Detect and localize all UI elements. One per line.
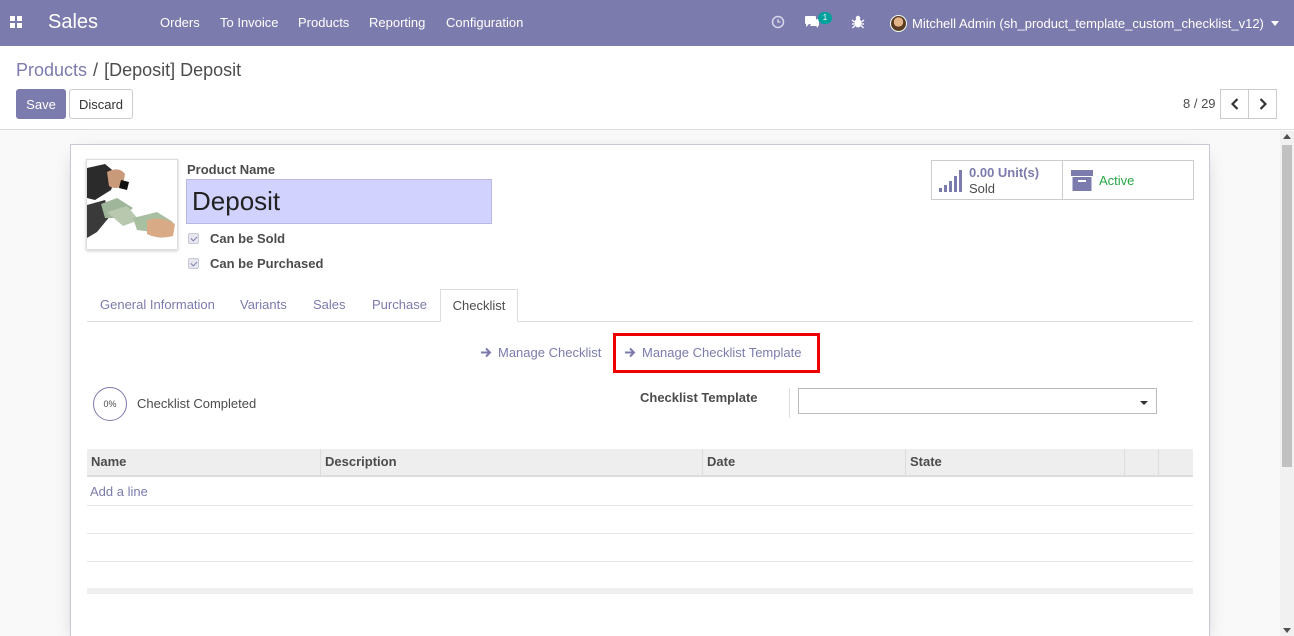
user-name: Mitchell Admin (sh_product_template_cust… xyxy=(912,15,1264,31)
top-navbar: Sales Orders To Invoice Products Reporti… xyxy=(0,0,1294,46)
chevron-right-icon xyxy=(1259,98,1267,110)
signal-bars-icon xyxy=(939,170,962,192)
menu-orders[interactable]: Orders xyxy=(160,15,200,30)
manage-checklist-link[interactable]: Manage Checklist xyxy=(480,345,601,360)
column-header-date[interactable]: Date xyxy=(703,449,906,475)
product-name-input[interactable] xyxy=(186,179,492,224)
column-header-description[interactable]: Description xyxy=(321,449,703,475)
menu-to-invoice[interactable]: To Invoice xyxy=(220,15,279,30)
user-avatar xyxy=(890,14,907,32)
active-status-label: Active xyxy=(1099,173,1135,188)
scroll-down-arrow-icon[interactable] xyxy=(1283,628,1291,633)
app-name[interactable]: Sales xyxy=(48,11,98,34)
messages-badge: 1 xyxy=(818,12,832,24)
checklist-progress-circle: 0% xyxy=(93,387,127,421)
column-header-extra xyxy=(1125,449,1159,475)
product-photo-money-exchange-icon xyxy=(87,160,177,249)
save-button[interactable]: Save xyxy=(16,89,66,119)
sold-stat-button[interactable]: 0.00 Unit(s) Sold xyxy=(931,160,1063,200)
activity-clock-icon[interactable] xyxy=(771,15,785,29)
menu-configuration[interactable]: Configuration xyxy=(446,15,523,30)
checklist-table-header: Name Description Date State xyxy=(87,449,1193,477)
scroll-up-arrow-icon[interactable] xyxy=(1283,134,1291,139)
can-be-purchased-label[interactable]: Can be Purchased xyxy=(210,256,323,271)
breadcrumb-current: [Deposit] Deposit xyxy=(104,60,242,80)
pager-previous-button[interactable] xyxy=(1220,89,1249,119)
breadcrumb-products-link[interactable]: Products xyxy=(16,60,87,80)
highlight-annotation-box xyxy=(613,333,820,373)
chevron-down-icon xyxy=(1270,20,1279,26)
arrow-right-icon xyxy=(481,347,492,358)
add-a-line-link[interactable]: Add a line xyxy=(90,484,148,499)
can-be-sold-checkbox[interactable] xyxy=(188,233,199,244)
product-image[interactable] xyxy=(86,159,178,250)
manage-checklist-label: Manage Checklist xyxy=(498,345,602,360)
pager-value[interactable]: 8 / 29 xyxy=(1183,96,1216,111)
can-be-sold-label[interactable]: Can be Sold xyxy=(210,231,285,246)
tab-checklist[interactable]: Checklist xyxy=(440,289,518,322)
template-divider xyxy=(789,388,790,418)
sold-stat-value: 0.00 Unit(s) xyxy=(969,165,1040,180)
debug-bug-icon[interactable] xyxy=(851,14,865,29)
tab-general-information[interactable]: General Information xyxy=(100,297,215,312)
vertical-scrollbar[interactable] xyxy=(1280,131,1294,636)
table-row xyxy=(87,478,1193,506)
checklist-template-select[interactable] xyxy=(798,388,1157,414)
user-menu[interactable]: Mitchell Admin (sh_product_template_cust… xyxy=(890,13,1279,33)
menu-reporting[interactable]: Reporting xyxy=(369,15,425,30)
table-footer xyxy=(87,588,1193,594)
pager-next-button[interactable] xyxy=(1248,89,1277,119)
scrollbar-thumb[interactable] xyxy=(1282,145,1292,467)
active-toggle-button[interactable]: Active xyxy=(1062,160,1194,200)
table-row xyxy=(87,561,1193,589)
archive-box-icon xyxy=(1071,170,1093,191)
discard-button[interactable]: Discard xyxy=(69,89,133,119)
control-panel: Products / [Deposit] Deposit Save Discard … xyxy=(0,46,1294,130)
breadcrumb: Products / [Deposit] Deposit xyxy=(16,60,241,81)
checklist-template-label: Checklist Template xyxy=(640,390,758,405)
apps-menu-icon[interactable] xyxy=(10,16,22,28)
table-row xyxy=(87,506,1193,534)
chevron-left-icon xyxy=(1230,98,1238,110)
menu-products[interactable]: Products xyxy=(298,15,349,30)
tab-purchase[interactable]: Purchase xyxy=(372,297,427,312)
can-be-purchased-checkbox[interactable] xyxy=(188,258,199,269)
column-header-state[interactable]: State xyxy=(906,449,1125,475)
checklist-completed-label: Checklist Completed xyxy=(137,396,257,411)
table-row xyxy=(87,534,1193,562)
caret-down-icon xyxy=(1140,401,1148,405)
tab-sales[interactable]: Sales xyxy=(313,297,346,312)
tabs-divider xyxy=(87,321,1193,322)
tab-variants[interactable]: Variants xyxy=(240,297,287,312)
sold-stat-label: Sold xyxy=(969,181,996,196)
product-name-label: Product Name xyxy=(187,162,276,177)
breadcrumb-separator: / xyxy=(93,60,99,80)
column-header-name[interactable]: Name xyxy=(87,449,321,475)
